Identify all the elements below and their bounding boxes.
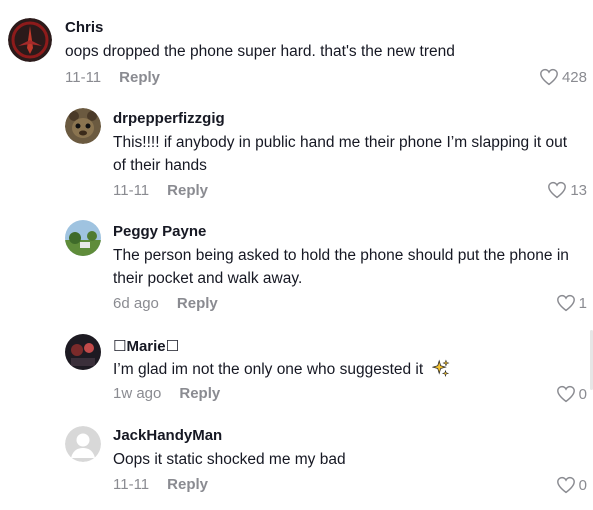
comment-meta: 11-11 Reply [65,69,160,87]
reply-button[interactable]: Reply [179,385,220,403]
heart-icon [540,68,558,86]
comment-meta: 1w ago Reply [113,385,220,403]
reply-button[interactable]: Reply [177,295,218,313]
comment-author[interactable]: Peggy Payne [113,223,206,241]
comment-text: The person being asked to hold the phone… [113,247,569,287]
like-button[interactable]: 0 [556,476,587,494]
like-count: 0 [578,385,587,403]
comment-author[interactable]: drpepperfizzgig [113,110,225,128]
comment-meta: 11-11 Reply [113,182,208,200]
heart-icon [556,385,575,403]
comment-date: 11-11 [113,182,150,199]
comment-date: 6d ago [113,295,159,312]
heart-icon [556,476,575,494]
comment-meta: 11-11 Reply [113,476,208,494]
like-count: 428 [561,68,587,86]
comment-marie: ☐Marie☐ I’m glad im not the only one who… [0,324,593,418]
comment-meta: 6d ago Reply [113,295,218,313]
heart-icon [556,294,575,312]
like-button[interactable]: 13 [547,181,587,199]
like-count: 1 [578,294,587,312]
comment-date: 1w ago [113,385,162,402]
comment-chris: Chris oops dropped the phone super hard.… [0,0,593,100]
comment-text: Oops it static shocked me my bad [113,451,346,468]
comment-author[interactable]: ☐Marie☐ [113,338,179,356]
like-button[interactable]: 428 [539,68,587,86]
dark-photo-avatar[interactable] [65,334,101,370]
comment-author[interactable]: JackHandyMan [113,427,222,445]
reply-button[interactable]: Reply [119,69,160,87]
reply-button[interactable]: Reply [167,476,208,494]
heart-icon [548,181,567,199]
comment-drpepperfizzgig: drpepperfizzgig This!!!! if anybody in p… [0,100,593,212]
comment-peggy-payne: Peggy Payne The person being asked to ho… [0,212,593,324]
sparkles-icon [431,359,449,377]
comment-author[interactable]: Chris [65,19,103,37]
comment-text: This!!!! if anybody in public hand me th… [113,134,568,174]
sith-emblem-avatar[interactable] [8,18,52,62]
comment-jackhandyman: JackHandyMan Oops it static shocked me m… [0,418,593,510]
like-count: 0 [578,476,587,494]
comment-date: 11-11 [65,69,102,86]
comment-text: I’m glad im not the only one who suggest… [113,358,583,381]
like-button[interactable]: 1 [556,294,587,312]
comment-text-content: I’m glad im not the only one who suggest… [113,361,424,378]
like-count: 13 [570,181,587,199]
comment-text: oops dropped the phone super hard. that'… [65,43,455,60]
reply-button[interactable]: Reply [167,182,208,200]
comment-date: 11-11 [113,476,150,493]
plush-character-avatar[interactable] [65,108,101,144]
default-person-avatar[interactable] [65,426,101,462]
landscape-photo-avatar[interactable] [65,220,101,256]
like-button[interactable]: 0 [556,385,587,403]
